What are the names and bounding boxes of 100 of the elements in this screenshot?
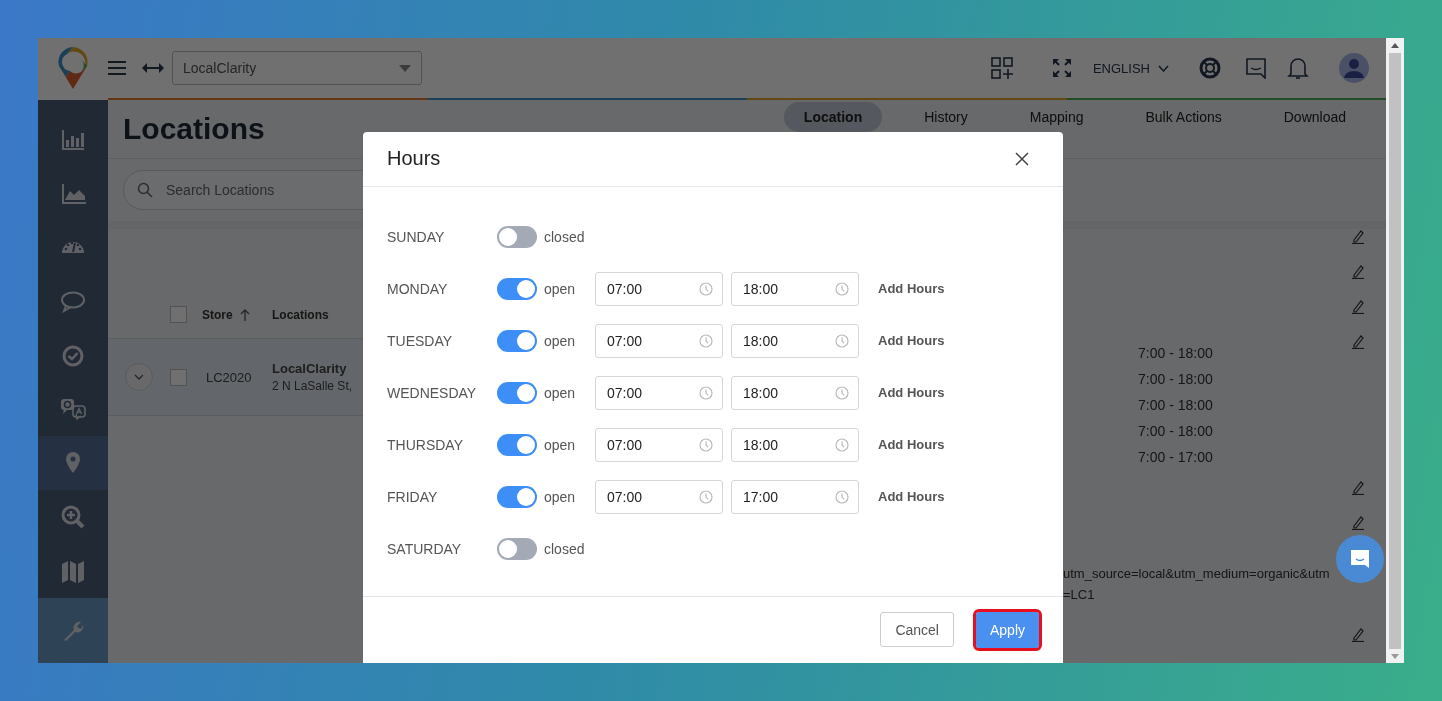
day-label: SUNDAY [387, 228, 446, 245]
clock-icon [699, 437, 713, 452]
speech-bubble-icon [60, 289, 86, 314]
clock-icon [835, 385, 849, 400]
close-icon [1015, 151, 1029, 166]
pencil-icon[interactable] [1351, 264, 1365, 279]
bar-chart-icon [60, 127, 86, 152]
location-address: 2 N LaSalle St, [272, 379, 353, 393]
time-field[interactable]: 07:00 [595, 427, 723, 462]
hours-text: 7:00 - 18:00 [1138, 370, 1214, 389]
toggle-switch[interactable] [497, 537, 537, 560]
status-text: open [543, 384, 577, 401]
scroll-down-icon[interactable] [1391, 654, 1399, 659]
time-field[interactable]: 18:00 [731, 427, 859, 462]
scrollbar[interactable] [1386, 38, 1404, 663]
clock-icon [699, 281, 713, 296]
add-hours-button[interactable]: Add Hours [878, 281, 945, 297]
day-label: SATURDAY [387, 540, 463, 557]
toggle-switch[interactable] [497, 225, 537, 248]
chat-icon[interactable] [1246, 57, 1266, 79]
dropdown-caret-icon [399, 64, 411, 72]
chat-icon [1348, 547, 1372, 571]
hours-text: 7:00 - 18:00 [1138, 422, 1214, 441]
page-title: Locations [123, 112, 265, 146]
day-label: FRIDAY [387, 488, 439, 505]
search-icon [137, 182, 153, 198]
day-label: WEDNESDAY [387, 384, 478, 401]
chevron-down-icon [1158, 64, 1169, 72]
day-label: THURSDAY [387, 436, 464, 453]
hours-text: 7:00 - 17:00 [1138, 448, 1214, 467]
time-field[interactable]: 18:00 [731, 323, 859, 358]
pencil-icon[interactable] [1351, 299, 1365, 314]
toggle-switch[interactable] [497, 485, 537, 508]
pencil-icon[interactable] [1351, 627, 1365, 642]
scroll-up-icon[interactable] [1391, 43, 1399, 48]
status-text: open [543, 488, 577, 505]
add-hours-button[interactable]: Add Hours [878, 437, 945, 453]
area-chart-icon [60, 181, 86, 206]
double-arrow-icon[interactable] [142, 63, 164, 73]
expand-button[interactable] [125, 363, 153, 391]
url-text: =LC1 [1063, 586, 1095, 604]
clock-icon [835, 437, 849, 452]
toggle-switch[interactable] [497, 329, 537, 352]
lifebuoy-icon[interactable] [1199, 57, 1221, 79]
add-hours-button[interactable]: Add Hours [878, 489, 945, 505]
time-field[interactable]: 07:00 [595, 479, 723, 514]
checkbox[interactable] [170, 306, 187, 323]
pencil-icon[interactable] [1351, 334, 1365, 349]
pencil-icon[interactable] [1351, 229, 1365, 244]
add-hours-button[interactable]: Add Hours [878, 385, 945, 401]
status-text: open [543, 436, 577, 453]
time-field[interactable]: 18:00 [731, 271, 859, 306]
gauge-icon [61, 241, 85, 255]
tab[interactable]: History [904, 101, 988, 132]
menu-icon[interactable] [108, 61, 126, 75]
url-text: utm_source=local&utm_medium=organic&utm [1063, 565, 1330, 583]
clock-icon [699, 385, 713, 400]
cancel-button[interactable]: Cancel [880, 612, 954, 648]
question-answer-icon [60, 397, 86, 422]
time-field[interactable]: 07:00 [595, 323, 723, 358]
time-field[interactable]: 07:00 [595, 271, 723, 306]
status-text: open [543, 280, 577, 297]
clock-icon [835, 333, 849, 348]
day-label: TUESDAY [387, 332, 454, 349]
toggle-switch[interactable] [497, 381, 537, 404]
bell-icon[interactable] [1287, 56, 1309, 80]
time-field[interactable]: 07:00 [595, 375, 723, 410]
add-hours-button[interactable]: Add Hours [878, 333, 945, 349]
status-text: closed [543, 228, 586, 245]
tab[interactable]: Mapping [1009, 101, 1104, 132]
check-circle-icon [60, 343, 86, 368]
chevron-down-icon [134, 374, 144, 380]
day-label: MONDAY [387, 280, 449, 297]
fullscreen-icon[interactable] [1052, 59, 1071, 77]
zoom-in-icon [60, 505, 86, 530]
clock-icon [699, 489, 713, 504]
toggle-switch[interactable] [497, 277, 537, 300]
pencil-icon[interactable] [1351, 480, 1365, 495]
avatar[interactable] [1339, 53, 1369, 83]
toggle-switch[interactable] [497, 433, 537, 456]
tab[interactable]: Bulk Actions [1125, 101, 1242, 132]
hours-text: 7:00 - 18:00 [1138, 396, 1214, 415]
table-cell-text: LC2020 [205, 369, 253, 385]
add-widget-icon[interactable] [990, 57, 1013, 79]
scrollbar-thumb[interactable] [1389, 53, 1401, 649]
tab[interactable]: Download [1263, 101, 1366, 132]
status-text: closed [543, 540, 586, 557]
time-field[interactable]: 18:00 [731, 375, 859, 410]
pencil-icon[interactable] [1351, 515, 1365, 530]
clock-icon [835, 281, 849, 296]
status-text: open [543, 332, 577, 349]
dialog-title: Hours [387, 147, 441, 171]
clock-icon [699, 333, 713, 348]
checkbox[interactable] [170, 368, 187, 386]
hours-text: 7:00 - 18:00 [1138, 344, 1214, 363]
sidebar-item[interactable] [38, 436, 108, 491]
map-icon [60, 559, 86, 584]
location-name: LocalClarity [272, 361, 347, 376]
language-select[interactable]: ENGLISH [1092, 60, 1169, 76]
time-field[interactable]: 17:00 [731, 479, 859, 514]
